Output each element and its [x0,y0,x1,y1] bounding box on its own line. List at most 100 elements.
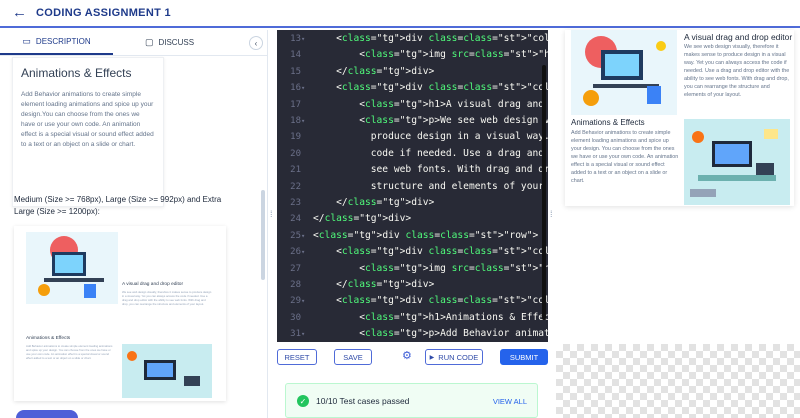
top-bar: ← CODING ASSIGNMENT 1 [0,0,800,28]
preview-image-1 [571,30,677,115]
arrow-left-icon[interactable]: ← [12,5,27,20]
tab-description-label: DESCRIPTION [35,37,91,46]
code-text: </class="tg">div> [313,65,435,77]
code-text: <class="tg">p>Add Behavior animations to… [313,328,548,340]
code-line[interactable]: 16 ▾ <class="tg">div class=class="st">"co… [277,80,548,96]
run-code-label: RUN CODE [438,352,479,362]
code-text: <class="tg">div class=class="st">"col-12… [313,82,548,94]
line-number: 24 [290,214,301,225]
tab-discuss[interactable]: ▢ DISCUSS [113,30,226,55]
line-number: 23 [290,198,301,208]
expected-output-image: A visual drag and drop editor We see web… [14,226,226,401]
save-button[interactable]: SAVE [334,349,372,365]
code-line[interactable]: 14 <class="tg">img src=class="st">"https… [277,47,548,63]
line-number: 16 [290,83,301,94]
code-text: <class="tg">div class=class="st">"row"> [313,229,539,241]
editor-scrollbar[interactable] [542,65,546,320]
code-line[interactable]: 20 code if needed. Use a drag and drop [277,146,548,162]
line-number: 13 [290,34,301,44]
line-number: 27 [290,263,301,274]
view-all-link[interactable]: VIEW ALL [493,397,527,406]
illustration-workspace-image [690,129,778,197]
code-line[interactable]: 24 </class="tg">div> [277,211,548,227]
code-line[interactable]: 28 </class="tg">div> [277,277,548,293]
line-number: 19 [290,132,301,143]
thumb-heading-2: Animations & Effects [26,336,71,341]
code-line[interactable]: 13 ▾ <class="tg">div class=class="st">"co… [277,31,548,47]
code-text: code if needed. Use a drag and drop [313,147,548,159]
code-text: <class="tg">p>We see web design visually… [313,115,548,126]
section-card: Animations & Effects Add Behavior animat… [12,57,164,207]
fold-arrow-icon[interactable]: ▾ [301,244,305,260]
line-number: 18 [290,116,301,126]
code-line[interactable]: 17 <class="tg">h1>A visual drag and drop… [277,97,548,113]
code-text: structure and elements of your lay [313,180,548,192]
reset-button[interactable]: RESET [277,349,317,365]
tab-description[interactable]: ▭ DESCRIPTION [0,30,113,55]
code-line[interactable]: 25 ▾ <class="tg">div class=class="st">"row… [277,228,548,244]
thumb-text-1: We see web design visually, therefore it… [122,290,212,306]
code-line[interactable]: 30 <class="tg">h1>Animations & Effects</… [277,310,548,326]
code-text: <class="tg">div class=class="st">"col-12… [313,295,548,307]
code-text: <class="tg">img src=class="st">"https://… [313,49,548,61]
code-line[interactable]: 15 </class="tg">div> [277,64,548,80]
preview-card: A visual drag and drop editor We see web… [565,30,794,206]
line-number: 20 [290,148,301,159]
fold-arrow-icon[interactable]: ▾ [301,228,305,244]
run-code-button[interactable]: ▶ RUN CODE [425,349,483,365]
code-line[interactable]: 22 structure and elements of your lay [277,179,548,195]
code-editor[interactable]: 13 ▾ <class="tg">div class=class="st">"co… [277,30,548,342]
code-line[interactable]: 18▾ <class="tg">p>We see web design visu… [277,113,548,129]
line-number: 30 [290,312,301,323]
description-panel: ▭ DESCRIPTION ▢ DISCUSS ‹ Animations & E… [0,30,268,418]
fold-arrow-icon[interactable]: ▾ [301,113,305,129]
fold-arrow-icon[interactable]: ▾ [301,80,305,96]
left-scrollbar[interactable] [261,190,265,280]
code-text: see web fonts. With drag and drop, [313,164,548,176]
code-line[interactable]: 26 ▾ <class="tg">div class=class="st">"co… [277,244,548,260]
line-number: 17 [290,99,301,110]
code-line[interactable]: 29 ▾ <class="tg">div class=class="st">"co… [277,293,548,309]
section-heading: Animations & Effects [21,66,132,80]
partial-button[interactable] [16,410,78,418]
drag-handle-left[interactable]: ⁞ [270,210,273,228]
line-number: 15 [290,66,301,77]
test-result-bar: ✓ 10/10 Test cases passed VIEW ALL [285,383,538,418]
line-number: 25 [290,230,301,241]
fold-arrow-icon[interactable]: ▾ [301,293,305,309]
gear-icon[interactable]: ⚙ [402,349,412,362]
code-text: </class="tg">div> [313,279,435,290]
line-number: 26 [290,247,301,258]
line-number: 31 [290,329,301,340]
code-line[interactable]: 21 see web fonts. With drag and drop, [277,162,548,178]
line-number: 28 [290,280,301,290]
chat-icon: ▢ [144,37,154,47]
code-line[interactable]: 27 <class="tg">img src=class="st">"https… [277,261,548,277]
preview-text-1: We see web design visually, therefore it… [684,44,790,98]
code-text: </class="tg">div> [313,213,412,225]
tab-discuss-label: DISCUSS [158,38,195,47]
preview-heading-1: A visual drag and drop editor [684,32,793,42]
line-number: 21 [290,165,301,176]
preview-heading-2: Animations & Effects [571,118,645,127]
code-text: <class="tg">div class=class="st">"col-12… [313,246,548,258]
breakpoint-text: Medium (Size >= 768px), Large (Size >= 9… [14,195,222,216]
code-text: </class="tg">div> [313,197,435,208]
fold-arrow-icon[interactable]: ▾ [301,326,305,342]
document-icon: ▭ [22,36,31,46]
drag-handle-right[interactable]: ⁞ [550,210,553,228]
chevron-left-icon[interactable]: ‹ [249,36,263,50]
test-result-text: 10/10 Test cases passed [316,396,410,406]
page-title: CODING ASSIGNMENT 1 [36,7,171,19]
code-text: produce design in a visual way. Yet [313,131,548,143]
code-text: <class="tg">div class=class="st">"col-12… [313,33,548,44]
code-line[interactable]: 23 </class="tg">div> [277,195,548,211]
tab-bar: ▭ DESCRIPTION ▢ DISCUSS ‹ [0,30,267,56]
thumb-heading-1: A visual drag and drop editor [122,282,184,287]
code-line[interactable]: 19 produce design in a visual way. Yet [277,129,548,145]
code-line[interactable]: 31▾ <class="tg">p>Add Behavior animation… [277,326,548,342]
line-number: 29 [290,296,301,307]
line-number: 22 [290,181,301,192]
fold-arrow-icon[interactable]: ▾ [301,31,305,47]
submit-button[interactable]: SUBMIT [500,349,548,365]
